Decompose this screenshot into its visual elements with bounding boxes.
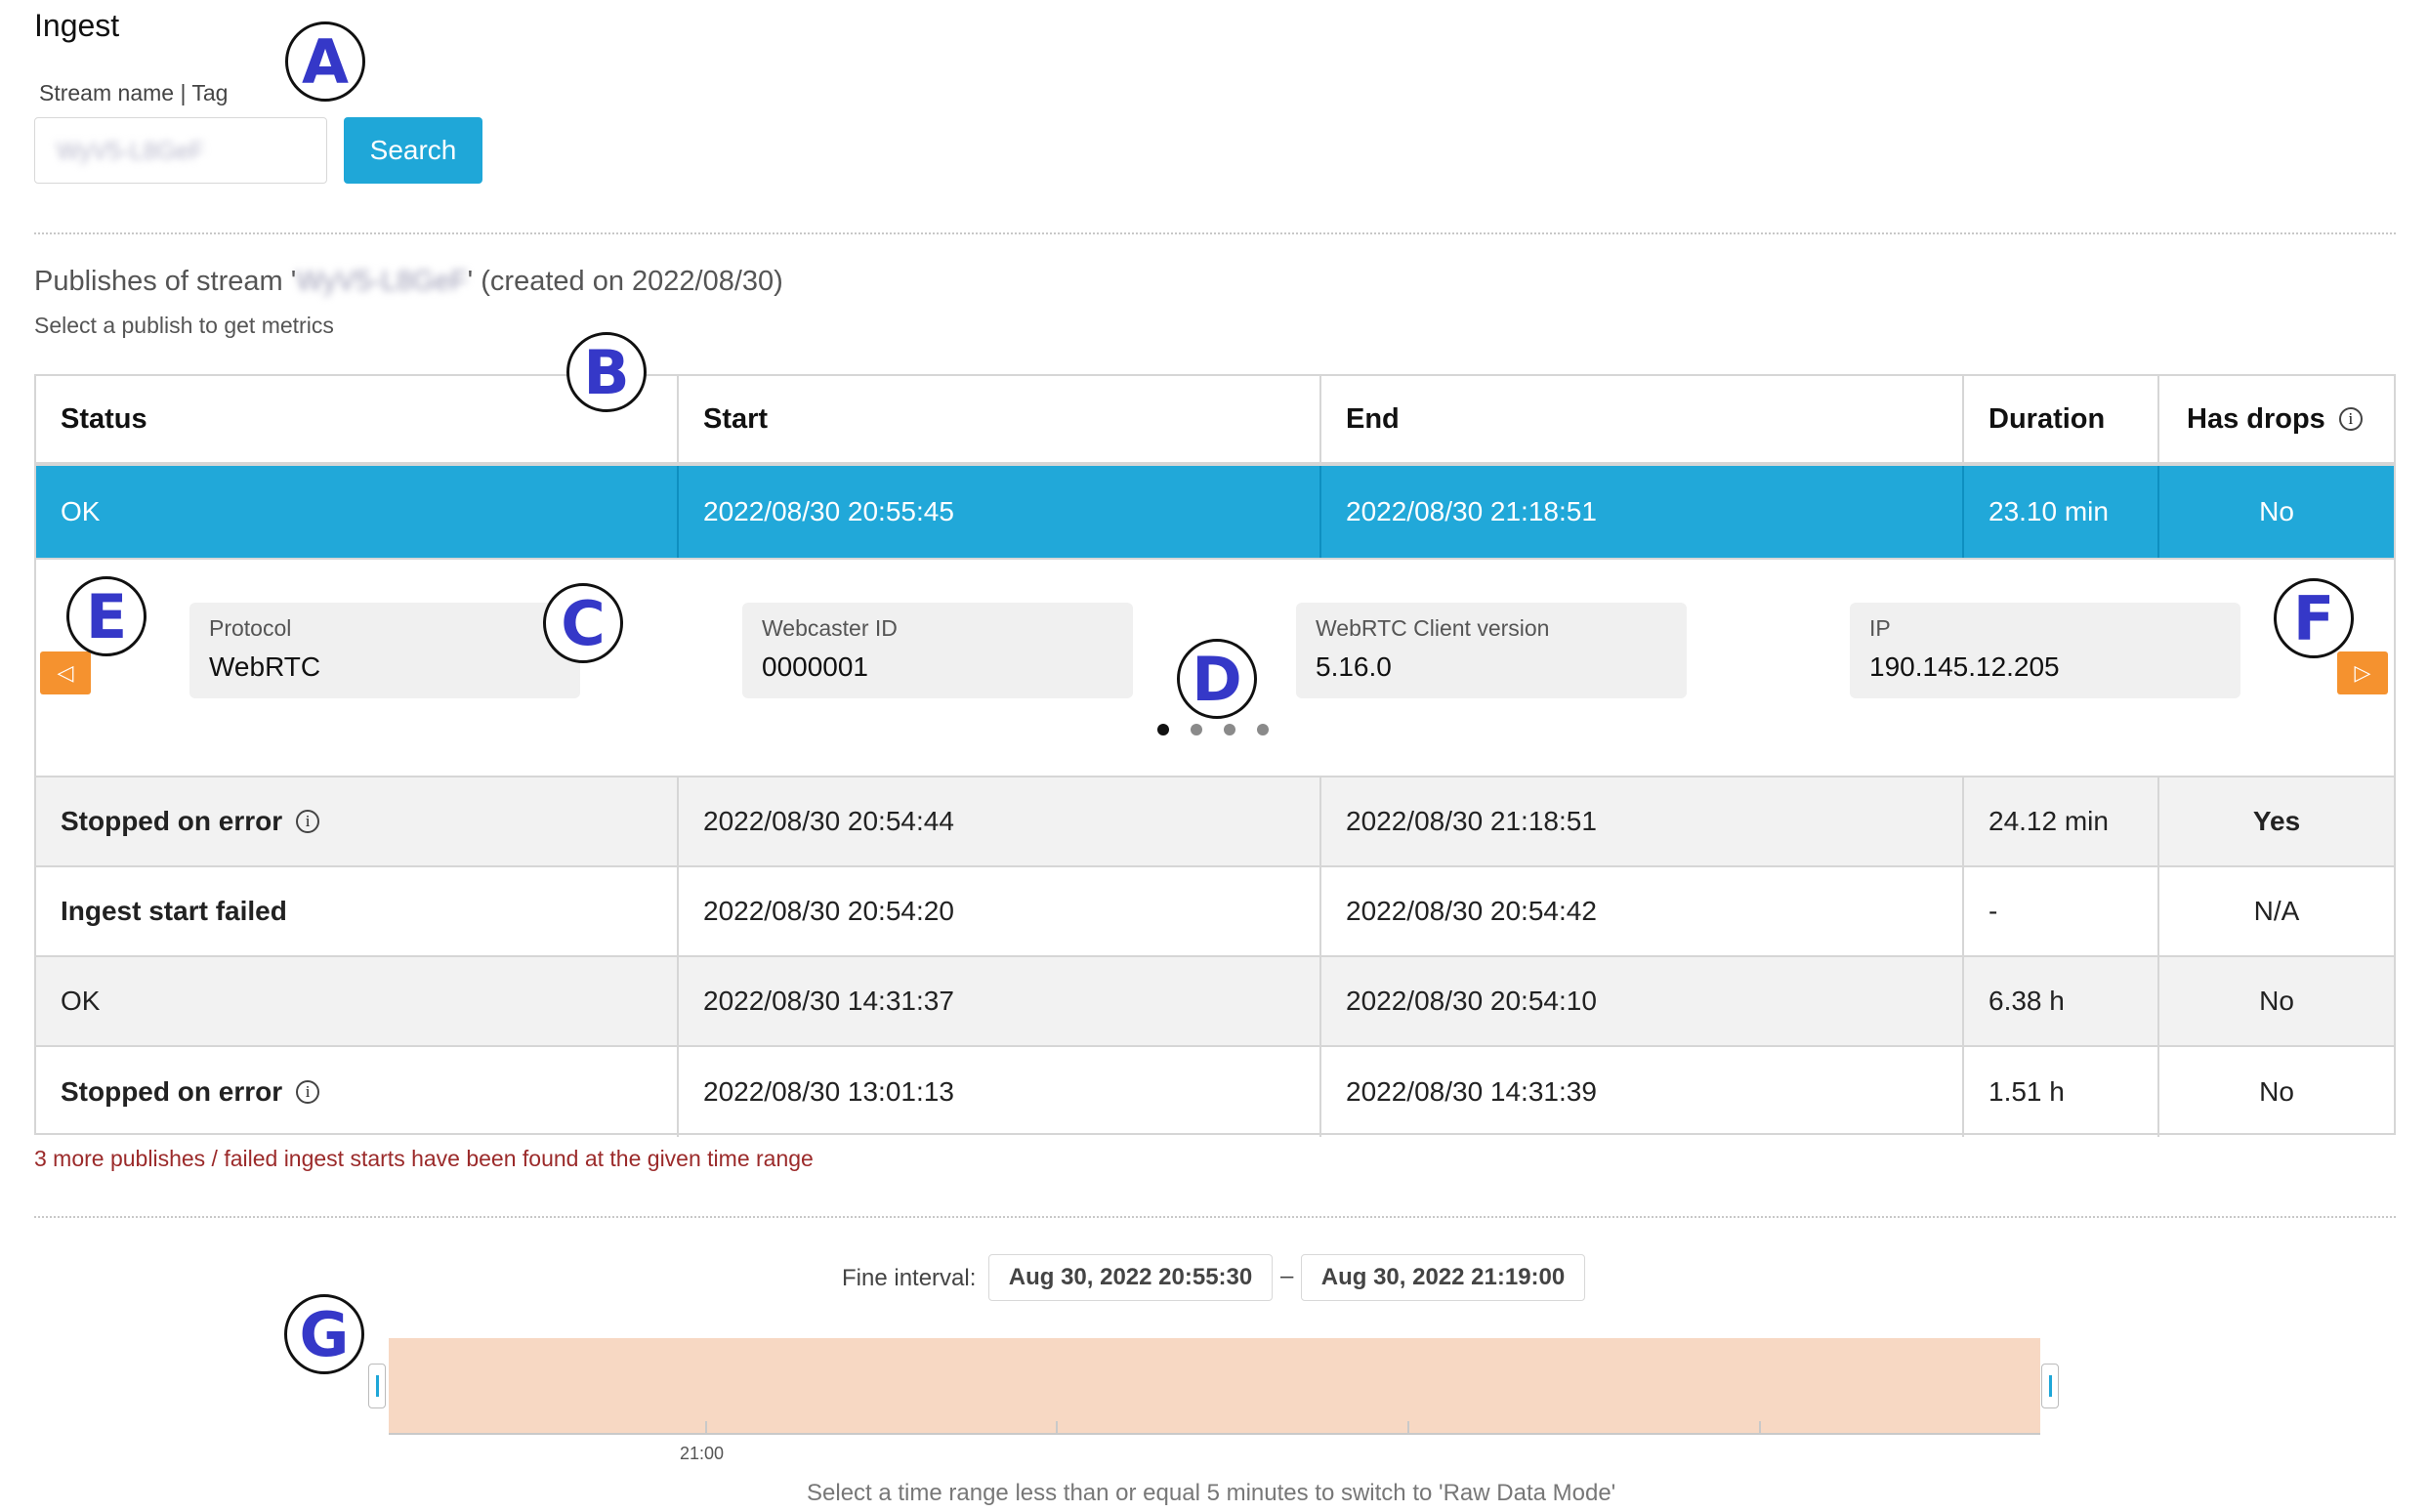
carousel-dot-4[interactable] [1257, 724, 1269, 735]
info-icon[interactable]: i [296, 1080, 320, 1104]
cell-status: OK [36, 957, 679, 1045]
carousel-next-button[interactable]: ▷ [2337, 651, 2388, 694]
cell-status: Ingest start failed [36, 867, 679, 955]
status-text: Stopped on error [61, 1076, 283, 1107]
annotation-marker-c: C [543, 583, 623, 663]
detail-value: WebRTC [209, 651, 321, 682]
cell-duration: 1.51 h [1964, 1047, 2159, 1137]
detail-card-webcaster-id: Webcaster ID 0000001 [742, 603, 1133, 698]
axis-tick [705, 1421, 707, 1433]
info-icon[interactable]: i [296, 810, 320, 833]
axis-tick [1759, 1421, 1761, 1433]
table-row-selected[interactable]: OK 2022/08/30 20:55:45 2022/08/30 21:18:… [36, 466, 2394, 558]
interval-end-field[interactable]: Aug 30, 2022 21:19:00 [1301, 1254, 1585, 1301]
carousel-dot-1[interactable] [1157, 724, 1169, 735]
detail-label: Protocol [209, 615, 292, 641]
detail-card-protocol: Protocol WebRTC [189, 603, 580, 698]
annotation-marker-f: F [2274, 578, 2354, 658]
axis-tick [1056, 1421, 1058, 1433]
cell-has-drops: N/A [2253, 896, 2300, 926]
interval-separator: – [1280, 1263, 1294, 1289]
cell-has-drops: No [2259, 986, 2294, 1016]
cell-status: OK [36, 466, 679, 558]
carousel-pagination [1157, 724, 1269, 735]
detail-label: IP [1869, 615, 1891, 641]
axis-tick-label: 21:00 [680, 1444, 725, 1463]
cell-start: 2022/08/30 20:54:20 [679, 867, 1321, 955]
cell-start: 2022/08/30 20:55:45 [679, 466, 1321, 558]
column-header-has-drops[interactable]: Has drops i [2159, 376, 2394, 462]
info-icon[interactable]: i [2338, 407, 2363, 431]
detail-card-ip: IP 190.145.12.205 [1850, 603, 2240, 698]
cell-duration: 6.38 h [1964, 957, 2159, 1045]
stream-name-label: Stream name | Tag [39, 80, 229, 105]
detail-card-client-version: WebRTC Client version 5.16.0 [1296, 603, 1687, 698]
stream-name-input[interactable]: WyV5-L8GeF [34, 117, 327, 184]
column-header-duration[interactable]: Duration [1964, 376, 2159, 462]
carousel-prev-button[interactable]: ◁ [40, 651, 91, 694]
raw-data-mode-hint: Select a time range less than or equal 5… [807, 1480, 1616, 1506]
column-header-start[interactable]: Start [679, 376, 1321, 462]
annotation-marker-a: A [285, 21, 365, 102]
cell-duration: - [1964, 867, 2159, 955]
detail-label: WebRTC Client version [1316, 615, 1550, 641]
caret-right-icon: ▷ [2354, 660, 2371, 685]
annotation-marker-e: E [66, 576, 147, 656]
publishes-stream-name: WyV5-L8GeF [296, 266, 468, 297]
carousel-dot-3[interactable] [1224, 724, 1235, 735]
time-axis [389, 1433, 2040, 1435]
divider [34, 232, 2396, 234]
time-range-selection[interactable] [389, 1338, 2040, 1434]
cell-has-drops: No [2259, 1076, 2294, 1107]
page-title: Ingest [34, 8, 120, 43]
cell-status: Stopped on error i [36, 777, 679, 865]
detail-value: 5.16.0 [1316, 651, 1392, 682]
cell-end: 2022/08/30 20:54:42 [1321, 867, 1964, 955]
cell-start: 2022/08/30 14:31:37 [679, 957, 1321, 1045]
annotation-marker-b: B [566, 332, 647, 412]
publishes-subtitle: Select a publish to get metrics [34, 313, 334, 338]
axis-tick [1407, 1421, 1409, 1433]
table-row[interactable]: Stopped on error i 2022/08/30 13:01:13 2… [36, 1047, 2394, 1137]
detail-label: Webcaster ID [762, 615, 898, 641]
table-row[interactable]: Ingest start failed 2022/08/30 20:54:20 … [36, 867, 2394, 957]
detail-value: 0000001 [762, 651, 869, 682]
cell-duration: 24.12 min [1964, 777, 2159, 865]
cell-end: 2022/08/30 14:31:39 [1321, 1047, 1964, 1137]
cell-has-drops: Yes [2252, 806, 2301, 836]
cell-start: 2022/08/30 13:01:13 [679, 1047, 1321, 1137]
column-header-end[interactable]: End [1321, 376, 1964, 462]
cell-end: 2022/08/30 21:18:51 [1321, 466, 1964, 558]
more-publishes-note: 3 more publishes / failed ingest starts … [34, 1146, 814, 1171]
carousel-dot-2[interactable] [1191, 724, 1202, 735]
table-row[interactable]: Stopped on error i 2022/08/30 20:54:44 2… [36, 777, 2394, 867]
has-drops-label: Has drops [2187, 402, 2325, 435]
range-end-handle[interactable] [2041, 1364, 2059, 1408]
publishes-title: Publishes of stream 'WyV5-L8GeF' (create… [34, 266, 783, 298]
cell-start: 2022/08/30 20:54:44 [679, 777, 1321, 865]
detail-value: 190.145.12.205 [1869, 651, 2060, 682]
cell-has-drops: No [2259, 496, 2294, 526]
stream-name-value: WyV5-L8GeF [57, 138, 205, 165]
cell-end: 2022/08/30 20:54:10 [1321, 957, 1964, 1045]
cell-duration: 23.10 min [1964, 466, 2159, 558]
publishes-title-prefix: Publishes of stream ' [34, 266, 297, 297]
caret-left-icon: ◁ [57, 660, 74, 685]
table-row[interactable]: OK 2022/08/30 14:31:37 2022/08/30 20:54:… [36, 957, 2394, 1047]
publishes-title-suffix: ' (created on 2022/08/30) [467, 266, 783, 297]
cell-status: Stopped on error i [36, 1047, 679, 1137]
fine-interval-label: Fine interval: [842, 1265, 977, 1291]
annotation-marker-g: G [284, 1294, 364, 1374]
publishes-table: Status Start End Duration Has drops i OK… [34, 374, 2396, 1137]
cell-end: 2022/08/30 21:18:51 [1321, 777, 1964, 865]
search-button[interactable]: Search [344, 117, 482, 184]
table-header: Status Start End Duration Has drops i [36, 376, 2394, 466]
interval-start-field[interactable]: Aug 30, 2022 20:55:30 [988, 1254, 1273, 1301]
range-start-handle[interactable] [368, 1364, 386, 1408]
status-text: Stopped on error [61, 806, 283, 836]
divider [34, 1216, 2396, 1218]
annotation-marker-d: D [1177, 639, 1257, 719]
